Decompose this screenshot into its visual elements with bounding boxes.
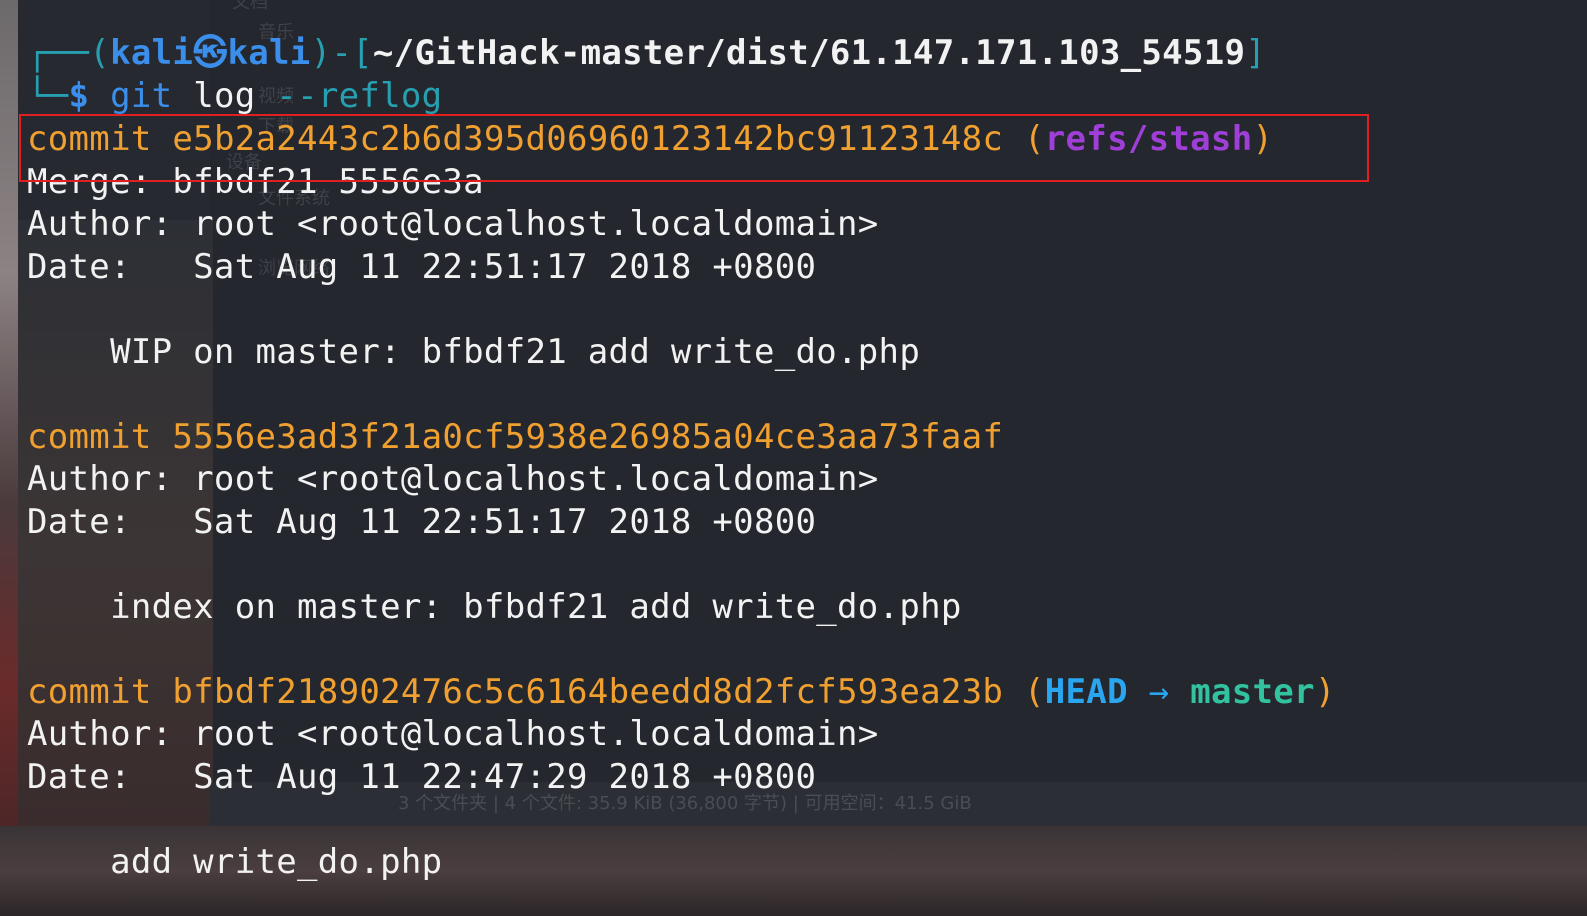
commit-label: commit [27,417,152,457]
prompt-frame-end: ] [1245,33,1267,73]
kali-at-icon: ㉿ [193,33,228,73]
commit-author-1: Author: root <root@localhost.localdomain… [27,204,879,244]
commit-message-3: add write_do.php [27,842,443,882]
command-line: └─$ git log --reflog [27,75,442,117]
ref-branch-master: master [1190,672,1315,712]
commit-author-3: Author: root <root@localhost.localdomain… [27,714,879,754]
commit-date-2: Date: Sat Aug 11 22:51:17 2018 +0800 [27,502,817,542]
commit-date-1: Date: Sat Aug 11 22:51:17 2018 +0800 [27,247,817,287]
commit-message-2: index on master: bfbdf21 add write_do.ph… [27,587,962,627]
command-git: git [110,76,173,116]
prompt-user: kali [110,33,194,73]
command-sub: log [193,76,256,116]
ref-head: HEAD [1044,672,1128,712]
prompt-frame-top: ┌──( [27,33,111,73]
commit-hash[interactable]: bfbdf218902476c5c6164beedd8d2fcf593ea23b [172,672,1003,712]
prompt-path: ~/GitHack-master/dist/61.147.171.103_545… [372,33,1246,73]
commit-date-3: Date: Sat Aug 11 22:47:29 2018 +0800 [27,757,817,797]
prompt-line-top: ┌──(kali㉿kali)-[~/GitHack-master/dist/61… [27,32,1266,74]
terminal-output[interactable]: ┌──(kali㉿kali)-[~/GitHack-master/dist/61… [0,0,1587,916]
highlight-annotation-box [19,114,1369,182]
commit-header-2: commit 5556e3ad3f21a0cf5938e26985a04ce3a… [27,416,1003,458]
prompt-frame-mid: )-[ [310,33,373,73]
commit-hash[interactable]: 5556e3ad3f21a0cf5938e26985a04ce3aa73faaf [172,417,1003,457]
commit-label: commit [27,672,152,712]
prompt-host: kali [227,33,311,73]
commit-header-3: commit bfbdf218902476c5c6164beedd8d2fcf5… [27,672,1336,712]
commit-author-2: Author: root <root@localhost.localdomain… [27,459,879,499]
prompt-dollar: $ [68,76,90,116]
commit-message-1: WIP on master: bfbdf21 add write_do.php [27,332,921,372]
arrow-icon: → [1148,672,1170,712]
command-arg: --reflog [276,76,443,116]
prompt-frame-bottom: └─ [27,76,69,116]
